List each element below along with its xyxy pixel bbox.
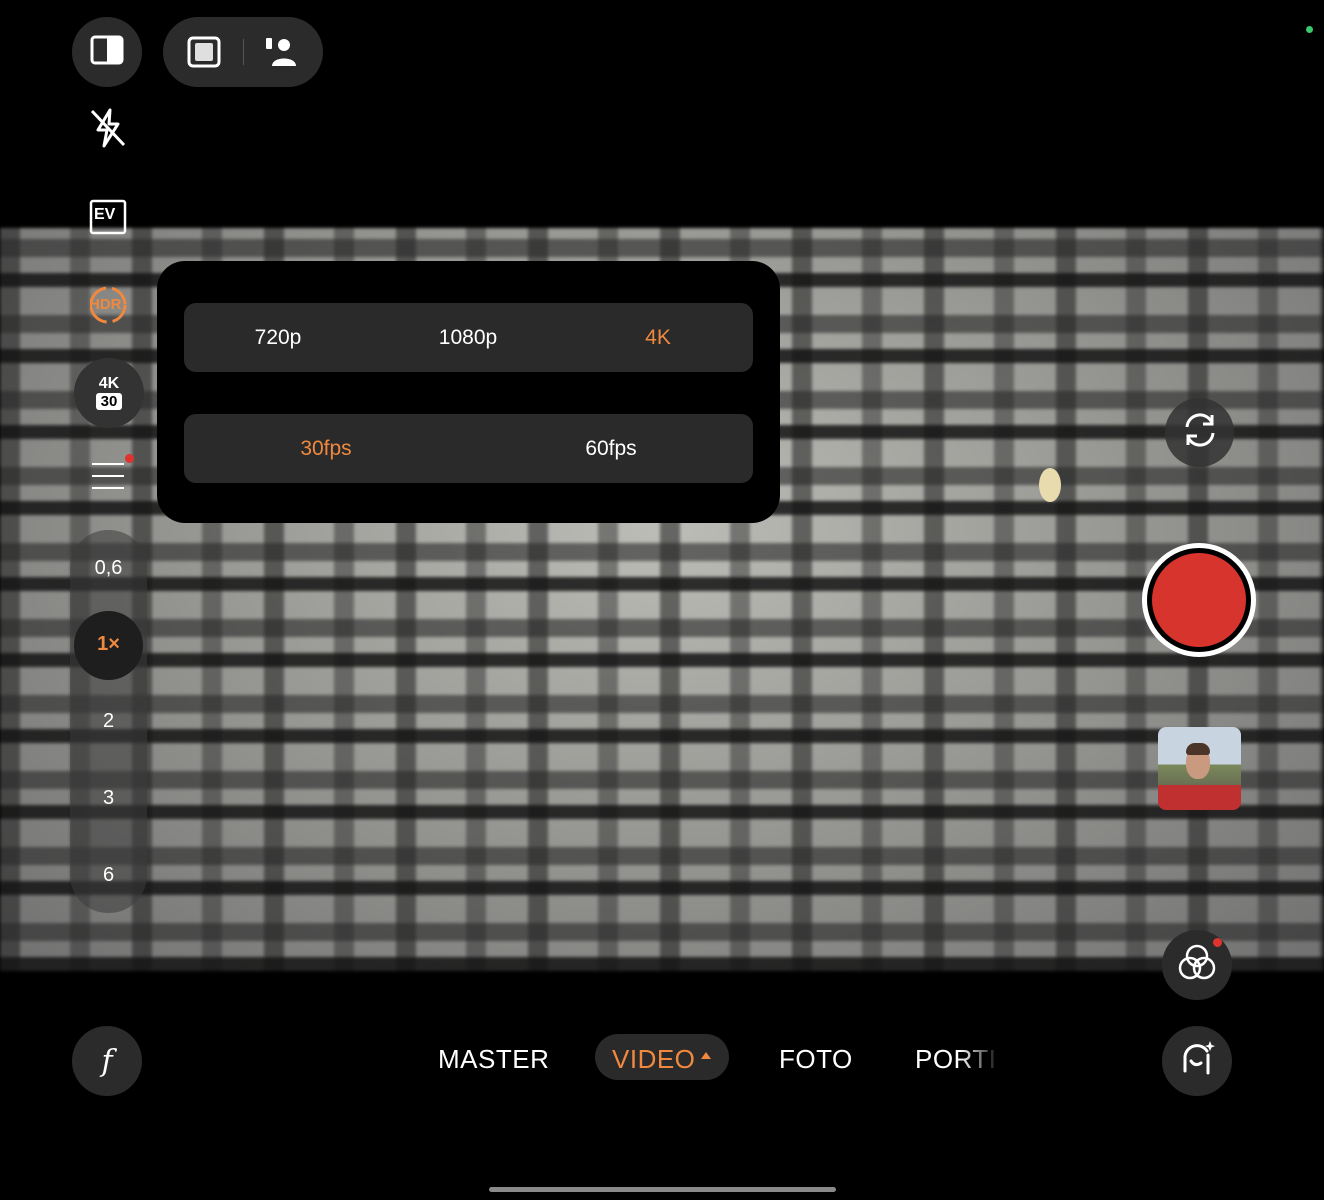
resolution-720p[interactable]: 720p: [198, 326, 358, 350]
filters-notification-dot: [1213, 938, 1222, 947]
flash-button[interactable]: [86, 108, 130, 152]
mode-foto[interactable]: FOTO: [779, 1044, 853, 1075]
ev-label: EV: [94, 206, 116, 223]
split-view-button[interactable]: [72, 17, 142, 87]
aperture-button[interactable]: f: [72, 1026, 142, 1096]
home-indicator[interactable]: [489, 1187, 836, 1192]
viewfinder-detail: [1039, 468, 1061, 502]
menu-notification-dot: [125, 454, 134, 463]
switch-camera-button[interactable]: [1165, 398, 1234, 467]
filters-icon: [1175, 941, 1219, 990]
menu-button[interactable]: [86, 456, 130, 500]
zoom-3[interactable]: 3: [70, 787, 147, 810]
resolution-4k[interactable]: 4K: [578, 326, 738, 350]
portrait-button[interactable]: [264, 36, 298, 73]
ai-portrait-button[interactable]: [1162, 1026, 1232, 1096]
resolution-badge-bottom: 30: [95, 393, 123, 410]
zoom-0-6[interactable]: 0,6: [70, 557, 147, 580]
f-label: f: [101, 1043, 113, 1079]
mode-scroll-fade: [960, 1036, 1010, 1080]
person-icon: [264, 38, 298, 72]
fps-30[interactable]: 30fps: [246, 437, 406, 461]
resolution-1080p[interactable]: 1080p: [388, 326, 548, 350]
zoom-1x[interactable]: 1×: [70, 633, 147, 656]
frame-aspect-icon: [186, 36, 222, 74]
exposure-button[interactable]: EV: [86, 195, 130, 239]
mode-master[interactable]: MASTER: [438, 1044, 549, 1075]
mode-caret-icon: [701, 1052, 711, 1059]
menu-icon: [90, 460, 126, 497]
ai-portrait-icon: [1175, 1037, 1219, 1086]
resolution-badge-top: 4K: [98, 375, 120, 392]
pill-divider: [243, 39, 244, 65]
split-view-icon: [90, 35, 124, 70]
status-indicator: [1306, 26, 1313, 33]
thumbnail-hair: [1186, 743, 1210, 755]
hdr-label: HDR: [89, 296, 122, 313]
hdr-button[interactable]: HDR: [84, 283, 132, 327]
resolution-badge-button[interactable]: 4K 30: [74, 358, 144, 428]
switch-camera-icon: [1179, 409, 1221, 456]
video-settings-popup: [157, 261, 780, 523]
mode-video[interactable]: VIDEO: [612, 1044, 695, 1075]
record-button-inner[interactable]: [1152, 553, 1246, 647]
fps-60[interactable]: 60fps: [531, 437, 691, 461]
zoom-2[interactable]: 2: [70, 710, 147, 733]
frame-aspect-button[interactable]: [186, 34, 222, 75]
zoom-6[interactable]: 6: [70, 864, 147, 887]
flash-off-icon: [88, 107, 128, 154]
